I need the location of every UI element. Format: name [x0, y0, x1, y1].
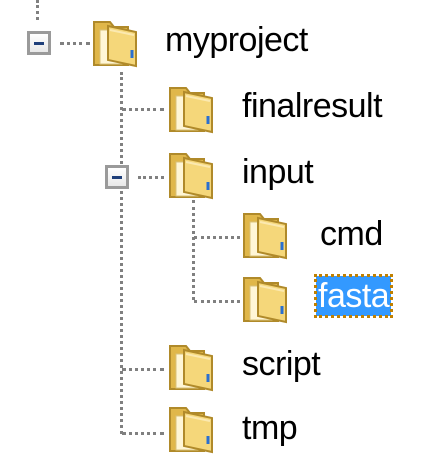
folder-icon[interactable]: [166, 402, 220, 454]
folder-icon[interactable]: [240, 272, 294, 324]
minus-icon: [34, 42, 44, 45]
tree-item-cmd[interactable]: cmd: [318, 214, 385, 254]
tree-item-finalresult[interactable]: finalresult: [240, 86, 384, 126]
tree-connector: [122, 108, 164, 111]
tree-connector: [120, 72, 123, 434]
folder-icon[interactable]: [166, 340, 220, 392]
tree-connector: [36, 0, 39, 20]
tree-item-script[interactable]: script: [240, 344, 322, 384]
folder-icon[interactable]: [166, 82, 220, 134]
folder-icon[interactable]: [240, 208, 294, 260]
tree-connector: [192, 200, 195, 300]
folder-icon[interactable]: [166, 148, 220, 200]
tree-connector: [60, 42, 90, 45]
minus-icon: [112, 176, 122, 179]
folder-tree: myproject finalresult input cmd fasta sc…: [0, 0, 433, 458]
folder-icon[interactable]: [90, 16, 144, 68]
tree-item-input[interactable]: input: [240, 152, 315, 192]
collapse-toggle-myproject[interactable]: [27, 31, 51, 55]
tree-connector: [122, 368, 164, 371]
collapse-toggle-input[interactable]: [105, 165, 129, 189]
tree-item-tmp[interactable]: tmp: [240, 408, 299, 448]
tree-item-myproject[interactable]: myproject: [163, 20, 310, 60]
tree-connector: [194, 300, 240, 303]
tree-connector: [138, 176, 164, 179]
tree-connector: [122, 432, 164, 435]
tree-connector: [194, 236, 240, 239]
tree-item-fasta[interactable]: fasta: [313, 274, 394, 318]
